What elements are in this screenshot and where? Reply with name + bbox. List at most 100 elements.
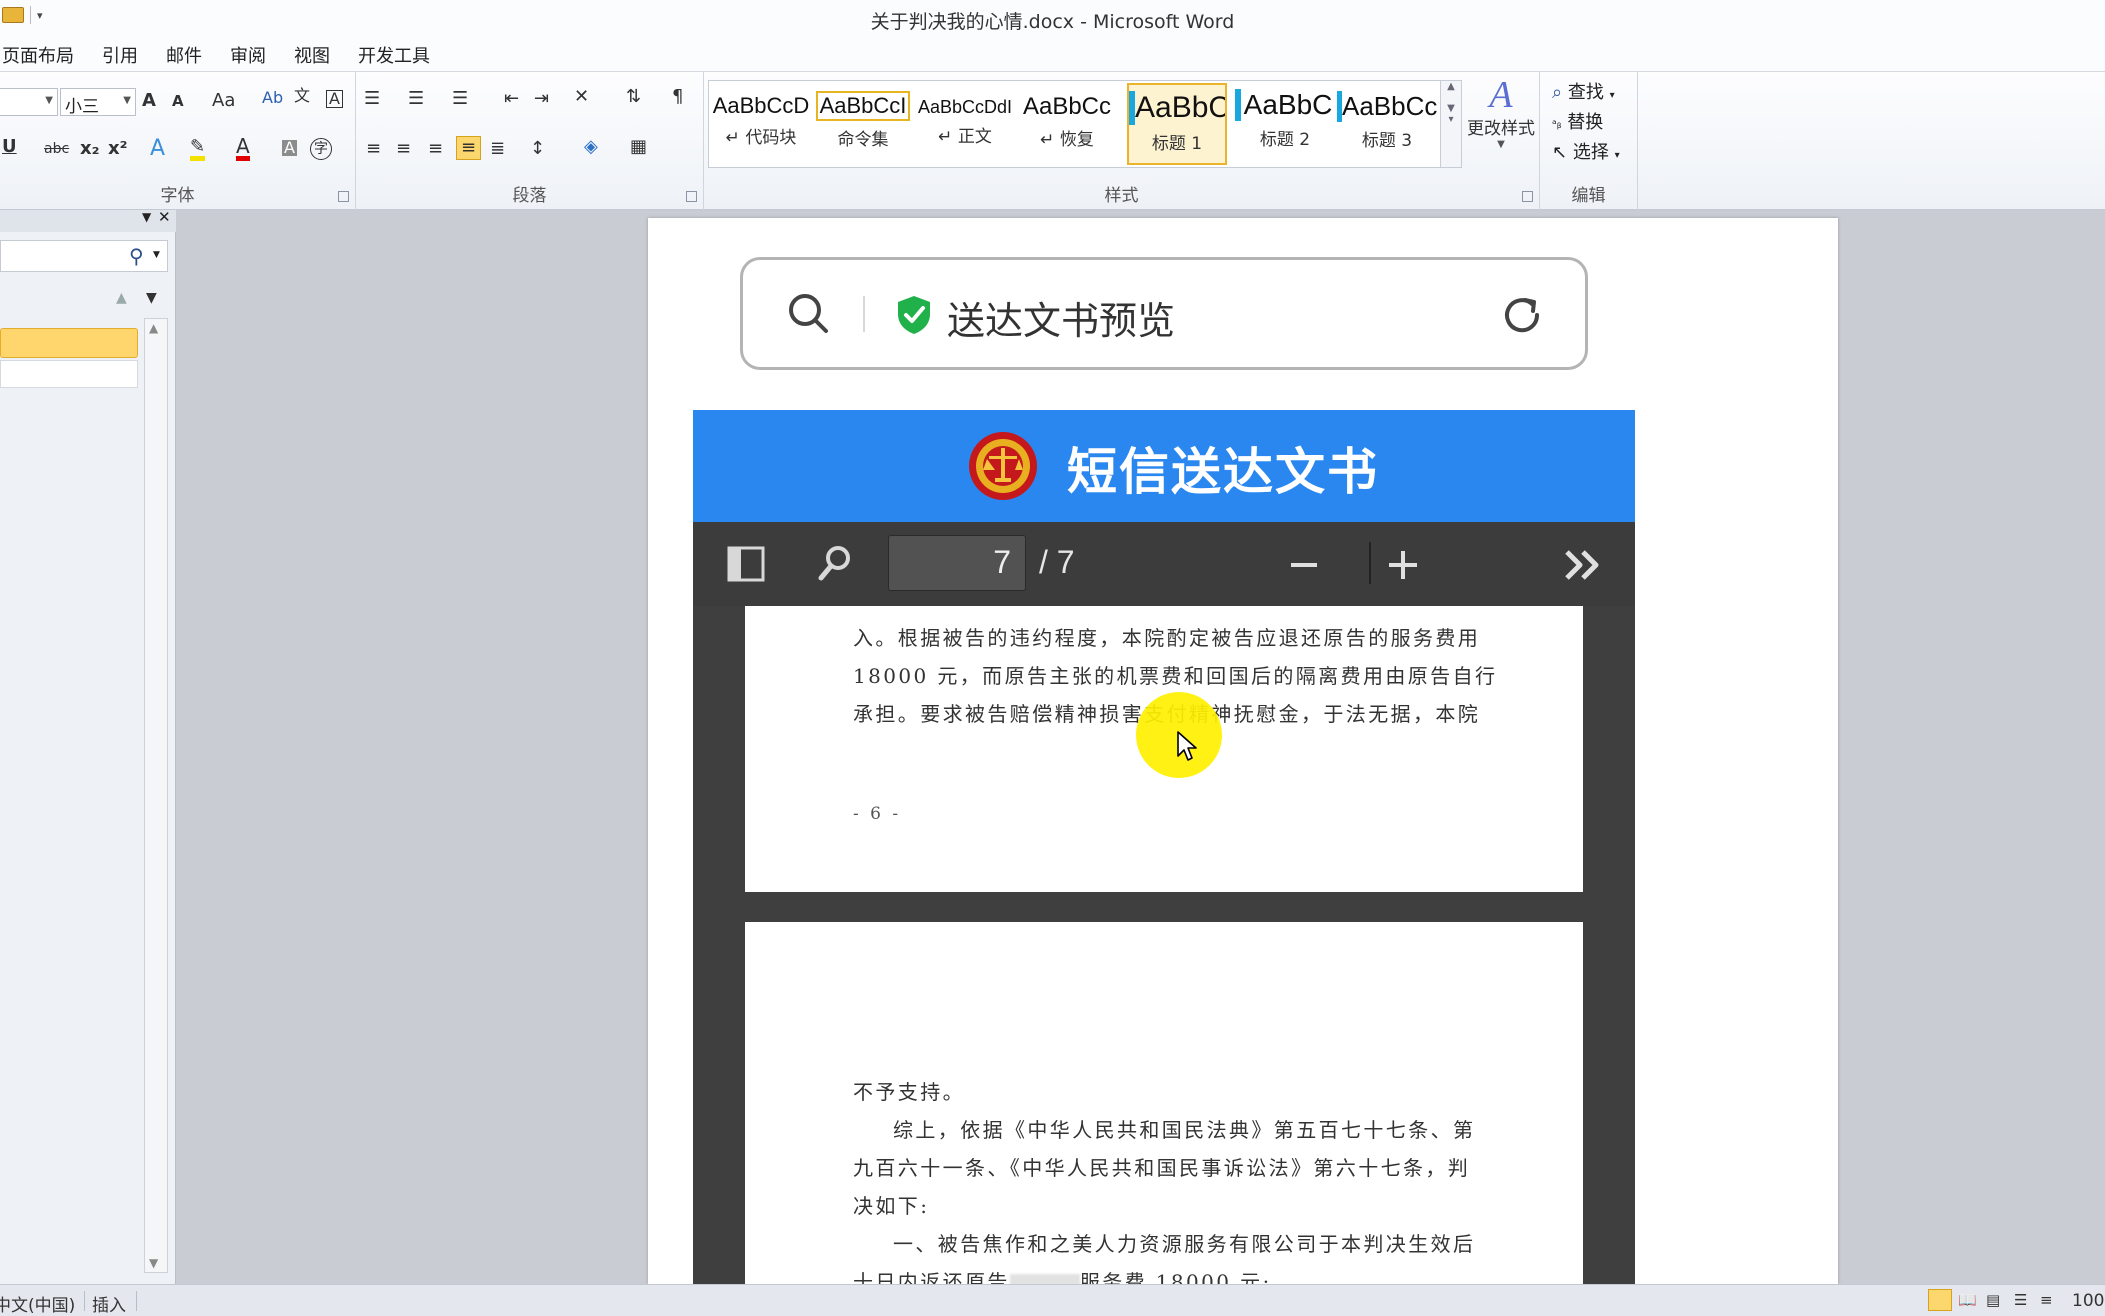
text-effects-icon[interactable]: A [150,138,165,160]
change-styles-button[interactable]: A 更改样式 ▼ [1466,76,1536,176]
tab-review[interactable]: 审阅 [228,42,266,68]
nav-heading-item[interactable] [0,360,138,388]
justify-icon[interactable]: ≡ [456,136,482,160]
nav-next-icon[interactable]: ▼ [146,290,157,306]
underline-icon[interactable]: U [2,138,17,156]
ribbon-tabs: 页面布局 引用 邮件 审阅 视图 开发工具 [0,38,2105,72]
strikethrough-icon[interactable]: abc [44,142,69,156]
styles-gallery-scroll[interactable]: ▲ ▼ ▾ [1440,80,1462,168]
style-heading-1[interactable]: AaBbC 标题 1 [1127,83,1227,165]
shading-icon[interactable]: ◈ [584,138,598,156]
replace-icon: ᵃᵦ [1552,117,1562,131]
borders-icon[interactable]: ▦ [630,138,647,156]
font-dialog-launcher-icon[interactable] [338,191,349,202]
pdf-toolbar-separator [1369,542,1371,584]
style-name: 标题 3 [1361,131,1413,151]
sidebar-toggle-icon[interactable] [727,546,765,582]
superscript-icon[interactable]: x² [108,140,128,158]
style-heading-3[interactable]: AaBbCc 标题 3 [1337,83,1437,165]
increase-indent-icon[interactable]: ⇥ [534,90,549,108]
font-size-combo[interactable]: 小三 ▼ [60,88,136,117]
pdf-line: 九百六十一条、《中华人民共和国民事诉讼法》第六十七条，判 [853,1156,1471,1180]
numbering-icon[interactable]: ☰ [408,90,424,108]
draft-view-icon[interactable]: ≡ [2040,1291,2053,1309]
tab-references[interactable]: 引用 [100,42,138,68]
nav-search-dropdown-icon[interactable]: ▼ [153,250,160,260]
style-code-block[interactable]: AaBbCcD ↵ 代码块 [711,83,811,165]
style-sample: AaBbCcD [712,93,810,118]
nav-pane-close-icon[interactable]: ✕ [158,208,171,226]
align-right-icon[interactable]: ≡ [428,140,443,158]
style-restore[interactable]: AaBbCc ↵ 恢复 [1017,83,1117,165]
redacted-name [1009,1273,1080,1284]
web-layout-icon[interactable]: ▤ [1986,1291,2000,1309]
grow-font-icon[interactable]: A [142,92,156,110]
tab-mailings[interactable]: 邮件 [164,42,202,68]
bullets-icon[interactable]: ☰ [364,90,380,108]
show-marks-icon[interactable]: ¶ [672,88,683,106]
outline-view-icon[interactable]: ☰ [2014,1291,2027,1309]
select-label: 选择 [1572,142,1609,163]
language-indicator[interactable]: 中文(中国) [0,1291,75,1316]
nav-previous-icon[interactable]: ▲ [116,290,127,306]
style-heading-2[interactable]: AaBbC 标题 2 [1235,83,1335,165]
change-case-icon[interactable]: Aa [212,92,235,110]
tab-view[interactable]: 视图 [292,42,330,68]
document-page[interactable]: 送达文书预览 短信送达文书 7 / 7 入。根据被告的违约程度，本院酌定被告应退… [648,218,1838,1284]
change-styles-label: 更改样式 [1467,119,1535,139]
distribute-icon[interactable]: ≣ [490,140,505,158]
enclose-char-icon[interactable]: 字 [310,138,332,160]
search-bar-text: 送达文书预览 [947,299,1176,343]
replace-button[interactable]: ᵃᵦ 替换 [1552,108,1603,134]
char-shading-icon[interactable]: A [282,140,297,156]
paragraph-dialog-launcher-icon[interactable] [686,191,697,202]
full-screen-reading-icon[interactable]: 📖 [1958,1291,1977,1309]
char-border-icon[interactable]: A [326,90,343,108]
page-number-input[interactable]: 7 [888,535,1026,591]
style-sample: AaBbCcDdI [917,97,1013,117]
nav-scrollbar[interactable]: ▲ ▼ [144,318,168,1273]
paragraph-group-label: 段落 [512,186,547,206]
zoom-level[interactable]: 100 [2072,1291,2104,1311]
sms-document-header: 短信送达文书 [693,410,1635,522]
highlight-icon[interactable]: ✎ [190,138,206,161]
more-tools-icon[interactable] [1563,548,1603,582]
nav-pane-menu-icon[interactable]: ▼ [142,210,151,224]
find-button[interactable]: ⌕ 查找 ▾ [1552,78,1615,104]
align-left-icon[interactable]: ≡ [366,140,381,158]
style-normal[interactable]: AaBbCcDdI ↵ 正文 [915,83,1015,165]
nav-heading-selected[interactable] [0,328,138,358]
nav-search-icon[interactable]: ⚲ [129,244,144,268]
nav-scroll-up-icon[interactable]: ▲ [149,321,158,335]
clear-format-icon[interactable]: Ab [262,90,283,106]
line-spacing-icon[interactable]: ↕ [530,140,545,158]
page-number: - 6 - [853,804,902,824]
search-separator [863,296,865,332]
styles-dialog-launcher-icon[interactable] [1522,191,1533,202]
pdf-search-icon[interactable] [817,544,853,582]
multilevel-list-icon[interactable]: ☰ [452,90,468,108]
decrease-indent-icon[interactable]: ⇤ [504,90,519,108]
insert-mode-indicator[interactable]: 插入 [92,1291,126,1316]
zoom-in-icon[interactable] [1387,550,1419,580]
tab-developer[interactable]: 开发工具 [356,42,430,68]
change-styles-arrow-icon: ▼ [1497,139,1505,150]
sort-icon[interactable]: ⇅ [626,88,641,106]
nav-scroll-down-icon[interactable]: ▼ [149,1256,158,1270]
style-name: ↵ 代码块 [725,128,797,148]
print-layout-view-icon[interactable] [1928,1289,1952,1311]
zoom-out-icon[interactable] [1289,552,1319,578]
chinese-layout-icon[interactable]: ✕ [574,88,589,106]
align-center-icon[interactable]: ≡ [396,140,411,158]
select-button[interactable]: ↖ 选择 ▾ [1552,138,1620,164]
style-command-set[interactable]: AaBbCcI 命令集 [813,83,913,165]
status-bar: 中文(中国) 插入 📖 ▤ ☰ ≡ 100 [0,1284,2105,1316]
styles-gallery: AaBbCcD ↵ 代码块 AaBbCcI 命令集 AaBbCcDdI ↵ 正文… [708,80,1460,168]
font-name-combo[interactable]: ▼ [0,88,58,116]
phonetic-guide-icon[interactable]: 文 [294,88,310,104]
tab-page-layout[interactable]: 页面布局 [0,42,74,68]
nav-search-input[interactable]: ⚲ ▼ [0,240,168,272]
shrink-font-icon[interactable]: A [172,94,184,109]
subscript-icon[interactable]: x₂ [80,140,100,158]
font-color-icon[interactable]: A [236,136,250,161]
